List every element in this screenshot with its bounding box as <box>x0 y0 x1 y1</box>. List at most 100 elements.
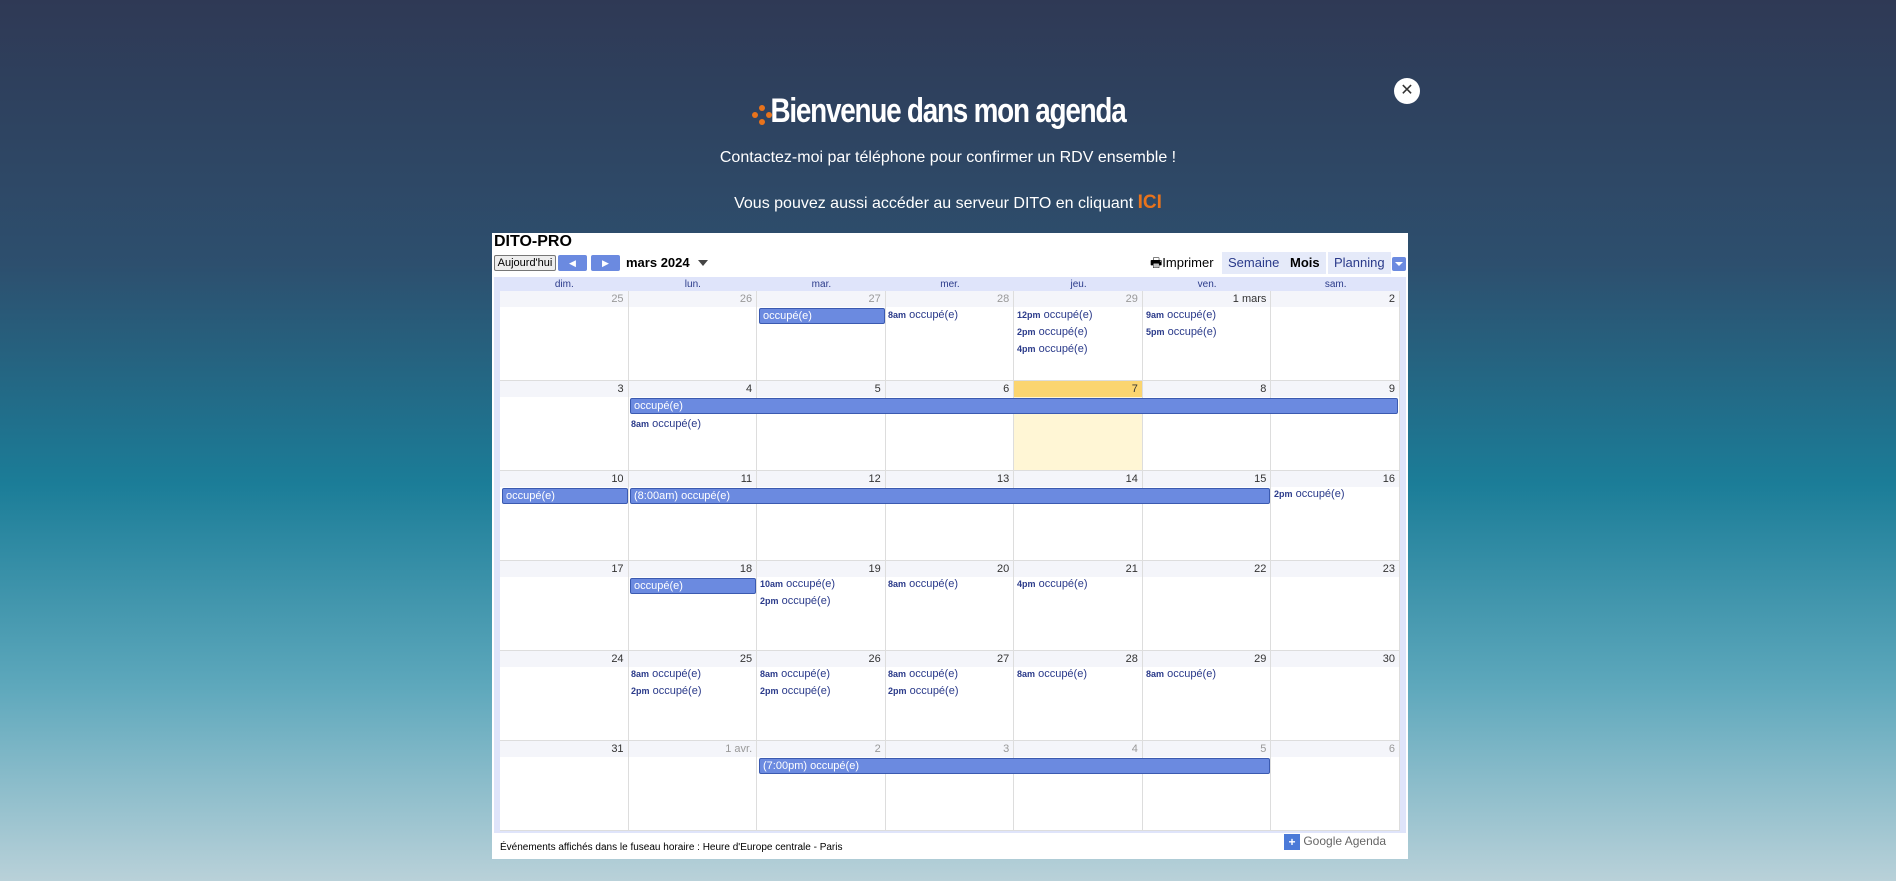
day-number: 31 <box>500 741 628 757</box>
chevron-down-icon[interactable] <box>1392 257 1406 271</box>
event-item[interactable]: 2pm occupé(e) <box>760 685 831 697</box>
day-number: 1 avr. <box>628 741 757 757</box>
event-label: occupé(e) <box>1167 326 1217 338</box>
tab-week[interactable]: Semaine <box>1222 252 1286 274</box>
weekday-label: lun. <box>684 279 701 290</box>
event-item[interactable]: 2pm occupé(e) <box>760 595 831 607</box>
event-time: 2pm <box>631 686 650 696</box>
day-number: 25 <box>628 651 757 667</box>
chevron-down-icon[interactable] <box>698 260 708 266</box>
event-bar[interactable]: occupé(e) <box>759 308 885 324</box>
event-label: occupé(e) <box>1295 488 1345 500</box>
weekday-label: ven. <box>1197 279 1217 290</box>
day-number: 6 <box>885 381 1014 397</box>
day-number: 11 <box>628 471 757 487</box>
day-number: 28 <box>885 291 1014 307</box>
event-item[interactable]: 4pm occupé(e) <box>1017 578 1088 590</box>
event-item[interactable]: 8am occupé(e) <box>631 668 701 680</box>
event-time: 2pm <box>760 686 779 696</box>
event-time: 2pm <box>1017 327 1036 337</box>
google-calendar-button[interactable]: + Google Agenda <box>1284 834 1386 852</box>
day-number: 22 <box>1142 561 1271 577</box>
event-item[interactable]: 5pm occupé(e) <box>1146 326 1217 338</box>
event-item[interactable]: 2pm occupé(e) <box>631 685 702 697</box>
tab-month[interactable]: Mois <box>1284 252 1326 274</box>
day-number: 1 mars <box>1142 291 1271 307</box>
day-number: 19 <box>757 561 885 577</box>
ici-link[interactable]: ICI <box>1138 192 1162 213</box>
event-item[interactable]: 8am occupé(e) <box>888 578 958 590</box>
event-item[interactable]: 8am occupé(e) <box>888 309 958 321</box>
day-number: 2 <box>757 741 885 757</box>
weekday-header: dim. lun. mar. mer. jeu. ven. sam. <box>500 279 1400 291</box>
event-item[interactable]: 9am occupé(e) <box>1146 309 1216 321</box>
day-number: 6 <box>1271 741 1399 757</box>
event-label: occupé(e) <box>1038 578 1088 590</box>
weekday-label: dim. <box>554 279 574 290</box>
next-month-button[interactable]: ▶ <box>591 255 620 271</box>
day-number: 29 <box>1014 291 1142 307</box>
print-button[interactable]: 🖶Imprimer <box>1150 254 1214 276</box>
event-label: occupé(e) <box>652 418 701 430</box>
event-label: occupé(e) <box>909 668 958 680</box>
timezone-note: Événements affichés dans le fuseau horai… <box>500 842 843 853</box>
day-number: 23 <box>1271 561 1399 577</box>
tab-agenda[interactable]: Planning <box>1328 252 1391 274</box>
event-item[interactable]: 8am occupé(e) <box>1146 668 1216 680</box>
month-grid: 654321 avr. 31 30 29 28 27 26 25 24 23 22 21 20 19 18 1… <box>500 291 1400 831</box>
today-button[interactable]: Aujourd'hui <box>494 255 556 271</box>
event-item[interactable]: 12pm occupé(e) <box>1017 309 1093 321</box>
event-item[interactable]: 2pm occupé(e) <box>1017 326 1088 338</box>
event-time: 8am <box>888 669 907 679</box>
day-number: 25 <box>500 291 628 307</box>
event-label: occupé(e) <box>909 685 959 697</box>
event-bar[interactable]: occupé(e) <box>502 488 628 504</box>
event-time: 8am <box>1017 669 1036 679</box>
day-number: 21 <box>1014 561 1142 577</box>
event-item[interactable]: 8am occupé(e) <box>631 418 701 430</box>
day-number: 26 <box>628 291 757 307</box>
event-item[interactable]: 10am occupé(e) <box>760 578 835 590</box>
event-time: 9am <box>1146 310 1165 320</box>
day-number: 16 <box>1271 471 1399 487</box>
day-number: 27 <box>757 291 885 307</box>
event-time: 8am <box>1146 669 1165 679</box>
day-number: 24 <box>500 651 628 667</box>
day-number: 4 <box>1014 741 1142 757</box>
event-item[interactable]: 8am occupé(e) <box>888 668 958 680</box>
day-number: 28 <box>1014 651 1142 667</box>
event-label: occupé(e) <box>1038 343 1088 355</box>
day-number: 3 <box>500 381 628 397</box>
event-label: occupé(e) <box>781 595 831 607</box>
event-item[interactable]: 2pm occupé(e) <box>1274 488 1345 500</box>
day-number: 20 <box>885 561 1014 577</box>
event-time: 2pm <box>760 596 779 606</box>
brand-label: Google Agenda <box>1303 834 1387 849</box>
event-item[interactable]: 8am occupé(e) <box>1017 668 1087 680</box>
event-time: 8am <box>888 579 907 589</box>
event-label: occupé(e) <box>652 668 701 680</box>
prev-month-button[interactable]: ◀ <box>558 255 587 271</box>
day-number: 8 <box>1142 381 1271 397</box>
event-label: occupé(e) <box>652 685 702 697</box>
event-bar[interactable]: occupé(e) <box>630 578 756 594</box>
event-label: occupé(e) <box>909 578 958 590</box>
event-label: occupé(e) <box>781 668 830 680</box>
event-time: 8am <box>631 419 650 429</box>
weekday-label: sam. <box>1324 279 1347 290</box>
day-number: 12 <box>757 471 885 487</box>
event-bar[interactable]: (7:00pm) occupé(e) <box>759 758 1270 774</box>
event-item[interactable]: 4pm occupé(e) <box>1017 343 1088 355</box>
event-bar[interactable]: (8:00am) occupé(e) <box>630 488 1270 504</box>
event-item[interactable]: 8am occupé(e) <box>760 668 830 680</box>
day-number: 30 <box>1271 651 1399 667</box>
day-number: 2 <box>1271 291 1399 307</box>
event-item[interactable]: 2pm occupé(e) <box>888 685 959 697</box>
event-time: 5pm <box>1146 327 1165 337</box>
event-time: 2pm <box>1274 489 1293 499</box>
event-label: occupé(e) <box>786 578 836 590</box>
page-title: Bienvenue dans mon agenda <box>770 92 1126 130</box>
event-bar[interactable]: occupé(e) <box>630 398 1398 414</box>
event-label: occupé(e) <box>1167 668 1216 680</box>
event-label: occupé(e) <box>1167 309 1216 321</box>
